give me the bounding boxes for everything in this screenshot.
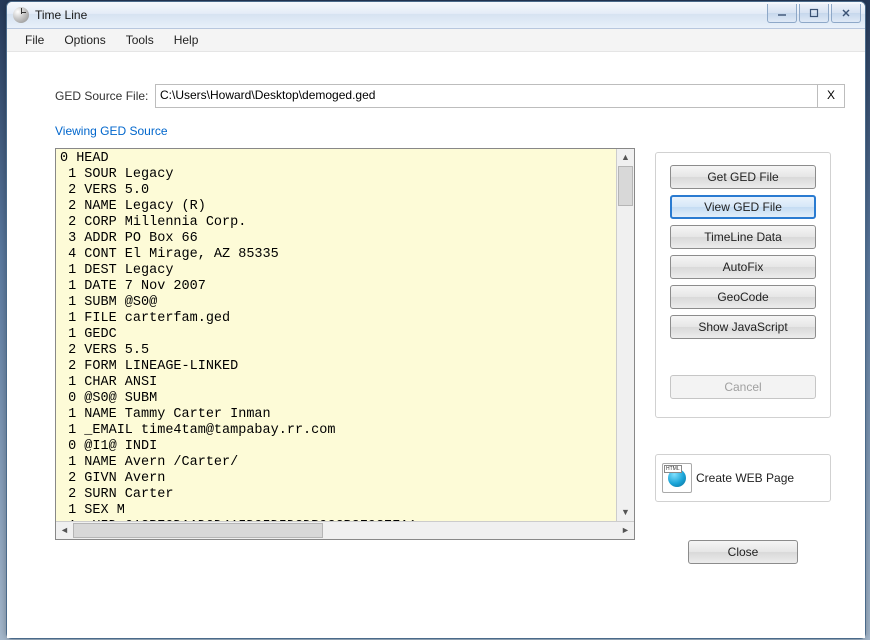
close-wrap: Close — [655, 540, 831, 564]
scroll-down-icon[interactable]: ▼ — [617, 504, 634, 521]
window-title: Time Line — [35, 8, 767, 22]
autofix-button[interactable]: AutoFix — [670, 255, 816, 279]
vertical-scroll-thumb[interactable] — [618, 166, 633, 206]
right-column: Get GED File View GED File TimeLine Data… — [655, 148, 831, 564]
source-file-input[interactable]: C:\Users\Howard\Desktop\demoged.ged — [155, 84, 818, 108]
scroll-right-icon[interactable]: ► — [617, 522, 634, 539]
minimize-button[interactable] — [767, 4, 797, 23]
ged-text-content: 0 HEAD 1 SOUR Legacy 2 VERS 5.0 2 NAME L… — [56, 149, 634, 521]
horizontal-scrollbar[interactable]: ◄ ► — [56, 521, 634, 539]
show-javascript-button[interactable]: Show JavaScript — [670, 315, 816, 339]
title-bar[interactable]: Time Line — [7, 2, 865, 29]
view-ged-button[interactable]: View GED File — [670, 195, 816, 219]
menu-help[interactable]: Help — [164, 30, 209, 50]
timeline-data-button[interactable]: TimeLine Data — [670, 225, 816, 249]
menu-options[interactable]: Options — [54, 30, 115, 50]
create-web-page-button[interactable]: HTML Create WEB Page — [655, 454, 831, 502]
client-area: GED Source File: C:\Users\Howard\Desktop… — [7, 52, 865, 638]
scroll-up-icon[interactable]: ▲ — [617, 149, 634, 166]
source-file-row: GED Source File: C:\Users\Howard\Desktop… — [55, 84, 845, 108]
spacer — [670, 345, 816, 375]
main-row: 0 HEAD 1 SOUR Legacy 2 VERS 5.0 2 NAME L… — [55, 148, 845, 564]
menu-tools[interactable]: Tools — [116, 30, 164, 50]
source-file-path: C:\Users\Howard\Desktop\demoged.ged — [160, 86, 813, 106]
viewing-source-link[interactable]: Viewing GED Source — [55, 124, 168, 138]
app-window: Time Line File Options Tools Help GED So… — [6, 1, 866, 639]
window-close-button[interactable] — [831, 4, 861, 23]
create-web-page-label: Create WEB Page — [696, 471, 794, 485]
menu-bar: File Options Tools Help — [7, 29, 865, 52]
close-button[interactable]: Close — [688, 540, 798, 564]
globe-icon: HTML — [662, 463, 692, 493]
cancel-button: Cancel — [670, 375, 816, 399]
maximize-button[interactable] — [799, 4, 829, 23]
html-badge: HTML — [664, 465, 682, 473]
scroll-left-icon[interactable]: ◄ — [56, 522, 73, 539]
action-button-group: Get GED File View GED File TimeLine Data… — [655, 152, 831, 418]
clear-file-button[interactable]: X — [817, 84, 845, 108]
geocode-button[interactable]: GeoCode — [670, 285, 816, 309]
vertical-scrollbar[interactable]: ▲ ▼ — [616, 149, 634, 521]
ged-text-area[interactable]: 0 HEAD 1 SOUR Legacy 2 VERS 5.0 2 NAME L… — [55, 148, 635, 540]
menu-file[interactable]: File — [15, 30, 54, 50]
source-file-label: GED Source File: — [55, 89, 155, 103]
get-ged-button[interactable]: Get GED File — [670, 165, 816, 189]
clock-icon — [13, 7, 29, 23]
window-controls — [767, 4, 861, 22]
horizontal-scroll-thumb[interactable] — [73, 523, 323, 538]
